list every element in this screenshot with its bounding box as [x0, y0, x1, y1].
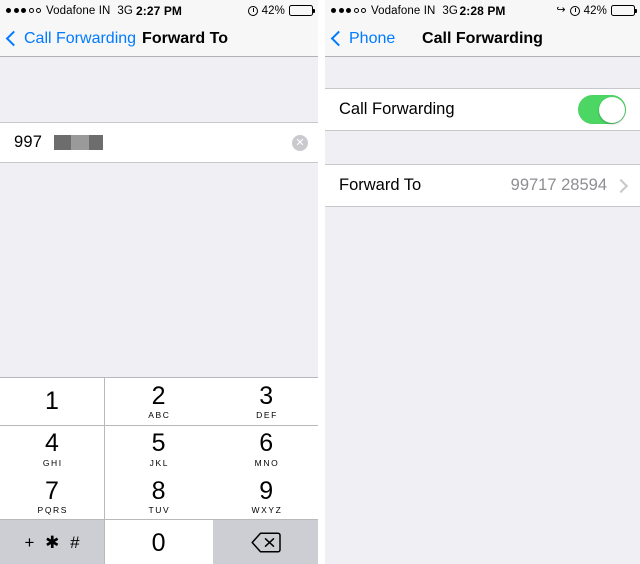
key-0[interactable]: 0	[104, 519, 213, 564]
row-accessory: 99717 28594	[510, 176, 629, 195]
key-letters: JKL	[149, 457, 170, 468]
toggle-knob	[598, 96, 625, 123]
status-bar-carrier-group: Vodafone IN 3G	[331, 5, 458, 17]
call-forwarding-icon: ↪	[556, 4, 566, 16]
row-forward-to[interactable]: Forward To 99717 28594	[325, 164, 640, 207]
key-letters: GHI	[42, 457, 63, 468]
chevron-left-icon	[5, 30, 22, 47]
right-nav-bar: Phone Call Forwarding	[325, 21, 640, 57]
key-9[interactable]: 9 WXYZ	[213, 473, 318, 520]
carrier-name: Vodafone IN	[371, 4, 436, 17]
key-digit: 5	[151, 429, 166, 458]
alarm-icon	[247, 5, 258, 16]
list-bottom-filler	[325, 207, 640, 564]
battery-icon	[611, 5, 637, 16]
left-nav-bar: Call Forwarding Forward To	[0, 21, 318, 57]
battery-icon	[289, 5, 315, 16]
key-letters: DEF	[256, 410, 278, 421]
key-4[interactable]: 4 GHI	[0, 425, 104, 473]
numeric-keypad: 1 2 ABC 3 DEF 4 GHI 5 JKL 6 MNO 7 PQRS 8…	[0, 377, 318, 564]
top-spacer	[0, 57, 318, 122]
key-delete[interactable]	[213, 519, 318, 564]
key-digit: 6	[259, 429, 274, 458]
key-digit: 2	[151, 381, 166, 410]
row-label: Call Forwarding	[339, 100, 455, 118]
key-digit: 7	[45, 476, 59, 505]
panel-divider	[318, 0, 325, 564]
key-digit: 0	[151, 528, 166, 557]
back-button[interactable]: Call Forwarding	[5, 29, 137, 48]
chevron-right-icon	[613, 178, 629, 193]
settings-list: Call Forwarding Forward To 99717 28594	[325, 57, 640, 564]
row-accessory	[578, 95, 626, 124]
call-forwarding-toggle[interactable]	[578, 95, 626, 124]
status-bar-right-group: 42%	[247, 4, 315, 17]
row-call-forwarding[interactable]: Call Forwarding	[325, 88, 640, 131]
battery-percent: 42%	[261, 4, 285, 17]
signal-strength-icon	[6, 8, 41, 13]
chevron-left-icon	[330, 30, 347, 47]
key-5[interactable]: 5 JKL	[104, 425, 213, 473]
key-letters: ABC	[148, 410, 171, 421]
key-3[interactable]: 3 DEF	[213, 378, 318, 425]
left-content-area	[0, 163, 318, 358]
clear-text-icon[interactable]: ✕	[292, 134, 308, 151]
key-2[interactable]: 2 ABC	[104, 378, 213, 425]
key-1[interactable]: 1	[0, 378, 104, 425]
back-button[interactable]: Phone	[330, 29, 396, 48]
row-label: Forward To	[339, 176, 422, 194]
back-button-label: Call Forwarding	[24, 29, 137, 47]
dual-screenshot-container: Vodafone IN 3G 2:27 PM 42% Call Forwardi…	[0, 0, 640, 564]
key-letters: WXYZ	[251, 504, 283, 515]
key-letters: MNO	[254, 457, 280, 468]
key-6[interactable]: 6 MNO	[213, 425, 318, 473]
network-type: 3G	[442, 4, 458, 17]
network-type: 3G	[117, 4, 133, 17]
status-bar-right-group: ↪ 42%	[556, 4, 637, 17]
key-letters: TUV	[148, 504, 171, 515]
back-button-label: Phone	[349, 29, 396, 47]
alarm-icon	[569, 5, 580, 16]
right-status-bar: Vodafone IN 3G 2:28 PM ↪ 42%	[325, 0, 640, 21]
key-8[interactable]: 8 TUV	[104, 473, 213, 520]
key-digit: 4	[45, 429, 59, 458]
number-field-value: 997	[14, 133, 43, 151]
right-phone-screen: Vodafone IN 3G 2:28 PM ↪ 42% Phone Call …	[325, 0, 640, 564]
key-digit: 1	[45, 386, 59, 415]
left-status-bar: Vodafone IN 3G 2:27 PM 42%	[0, 0, 318, 21]
key-7[interactable]: 7 PQRS	[0, 473, 104, 520]
status-bar-carrier-group: Vodafone IN 3G	[6, 5, 133, 17]
redacted-number-block	[54, 135, 104, 150]
key-digit: 3	[259, 381, 274, 410]
key-digit: 8	[151, 476, 166, 505]
list-group-gap-middle	[325, 131, 640, 164]
left-phone-screen: Vodafone IN 3G 2:27 PM 42% Call Forwardi…	[0, 0, 318, 564]
key-letters: PQRS	[37, 504, 69, 515]
key-digit: 9	[259, 476, 274, 505]
backspace-delete-icon	[251, 532, 281, 553]
forward-to-value: 99717 28594	[510, 176, 607, 194]
battery-percent: 42%	[583, 4, 607, 17]
key-symbols[interactable]: + ✱ #	[0, 519, 104, 564]
key-symbols-label: + ✱ #	[24, 532, 83, 552]
page-title: Forward To	[142, 29, 228, 47]
list-group-gap-top	[325, 57, 640, 88]
forward-to-number-field[interactable]: 997 ✕	[0, 122, 318, 163]
carrier-name: Vodafone IN	[46, 4, 111, 17]
signal-strength-icon	[331, 8, 366, 13]
